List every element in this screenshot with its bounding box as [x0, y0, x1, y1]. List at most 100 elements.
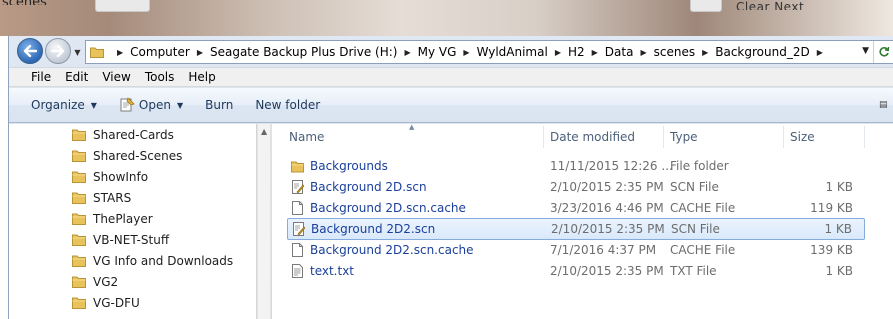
navigation-pane-scrollbar[interactable]: ▲ [257, 124, 271, 319]
file-date: 2/10/2015 2:35 PM [550, 180, 664, 194]
address-history-dropdown[interactable]: ▼ [862, 46, 869, 56]
menu-view[interactable]: View [95, 70, 137, 84]
nav-folder-theplayer[interactable]: ThePlayer [72, 208, 153, 229]
forward-arrow-icon [51, 45, 65, 57]
background-window-text: scenes [2, 0, 47, 5]
command-bar: Organize ▼ Open ▼ Burn New folder ▤ [9, 88, 893, 123]
column-header-name[interactable]: Name [289, 124, 324, 150]
column-divider[interactable] [864, 126, 865, 148]
menu-bar: File Edit View Tools Help [9, 67, 893, 87]
open-file-icon [120, 97, 135, 112]
breadcrumb-background-2d[interactable]: Background_2D ▶ [715, 45, 830, 59]
background-tab [690, 0, 722, 12]
address-bar[interactable]: ▶ Computer ▶ Seagate Backup Plus Drive (H… [85, 40, 893, 64]
folder-icon [72, 297, 86, 309]
nav-folder-vg-info[interactable]: VG Info and Downloads [72, 250, 233, 271]
open-label: Open [138, 98, 171, 112]
background-tab [95, 0, 150, 12]
organize-label: Organize [31, 98, 85, 112]
file-list: ▲ Name Date modified Type Size Backgroun… [272, 123, 893, 319]
file-row[interactable]: Background 2D2.scn.cache 7/1/2016 4:37 P… [287, 240, 865, 260]
file-name: text.txt [310, 264, 355, 278]
file-type: SCN File [670, 180, 719, 194]
file-row-selected[interactable]: Background 2D2.scn 2/10/2015 2:35 PM SCN… [287, 218, 865, 240]
column-divider[interactable] [783, 126, 784, 148]
back-button[interactable] [17, 38, 43, 64]
breadcrumb-data[interactable]: Data ▶ [605, 45, 654, 59]
scroll-up-icon[interactable]: ▲ [261, 127, 267, 136]
file-type: CACHE File [670, 201, 736, 215]
column-header-label: Date modified [550, 130, 636, 144]
new-folder-label: New folder [255, 98, 321, 112]
file-type: TXT File [670, 264, 717, 278]
breadcrumb-wyldanimal[interactable]: WyldAnimal ▶ [477, 45, 568, 59]
breadcrumb-drive[interactable]: Seagate Backup Plus Drive (H:) ▶ [210, 45, 418, 59]
file-name: Backgrounds [310, 159, 388, 173]
file-size: 139 KB [810, 243, 853, 257]
new-folder-button[interactable]: New folder [255, 98, 320, 112]
file-date: 3/23/2016 4:46 PM [550, 201, 664, 215]
menu-edit[interactable]: Edit [58, 70, 95, 84]
nav-folder-label: ThePlayer [93, 211, 153, 226]
nav-folder-showinfo[interactable]: ShowInfo [72, 166, 148, 187]
file-date: 11/11/2015 12:26 ... [550, 159, 673, 173]
file-date: 7/1/2016 4:37 PM [550, 243, 657, 257]
generic-file-icon [292, 201, 303, 215]
folder-icon [72, 213, 86, 225]
folder-icon [291, 161, 304, 173]
forward-button[interactable] [45, 38, 71, 64]
column-divider[interactable] [543, 126, 544, 148]
refresh-button[interactable] [873, 41, 893, 63]
file-size: 1 KB [824, 222, 852, 236]
organize-button[interactable]: Organize ▼ [31, 98, 97, 112]
folder-icon [72, 129, 86, 141]
scn-file-icon [293, 222, 305, 236]
breadcrumb-h2[interactable]: H2 ▶ [568, 45, 605, 59]
column-header-label: Name [289, 130, 325, 144]
nav-folder-shared-scenes[interactable]: Shared-Scenes [72, 145, 182, 166]
scn-file-icon [292, 180, 304, 194]
nav-folder-label: STARS [93, 190, 132, 205]
file-row[interactable]: Backgrounds 11/11/2015 12:26 ... File fo… [287, 156, 865, 176]
view-options-icon[interactable]: ▤ [879, 97, 893, 113]
breadcrumb-computer[interactable]: Computer ▶ [130, 45, 210, 59]
nav-folder-label: Shared-Cards [93, 127, 174, 142]
sort-ascending-icon: ▲ [409, 123, 415, 131]
file-name: Background 2D2.scn.cache [310, 243, 474, 257]
nav-folder-label: VG2 [93, 274, 119, 289]
file-date: 2/10/2015 2:35 PM [551, 222, 665, 236]
open-button[interactable]: Open ▼ [119, 97, 183, 113]
nav-folder-vg2[interactable]: VG2 [72, 271, 118, 292]
chevron-down-icon: ▼ [176, 100, 184, 110]
nav-folder-label: VB-NET-Stuff [93, 232, 170, 247]
column-header-type[interactable]: Type [670, 124, 698, 150]
column-header-date[interactable]: Date modified [550, 124, 635, 150]
nav-folder-stars[interactable]: STARS [72, 187, 131, 208]
nav-folder-vb-net-stuff[interactable]: VB-NET-Stuff [72, 229, 169, 250]
folder-icon [72, 192, 86, 204]
file-row[interactable]: text.txt 2/10/2015 2:35 PM TXT File 1 KB [287, 261, 865, 281]
menu-tools[interactable]: Tools [138, 70, 182, 84]
nav-folder-shared-cards[interactable]: Shared-Cards [72, 124, 174, 145]
nav-folder-vg-dfu[interactable]: VG-DFU [72, 292, 140, 313]
nav-folder-label: Shared-Scenes [93, 148, 183, 163]
file-size: 1 KB [825, 180, 853, 194]
generic-file-icon [292, 243, 303, 257]
breadcrumb-scenes[interactable]: scenes ▶ [654, 45, 716, 59]
file-row[interactable]: Background 2D.scn 2/10/2015 2:35 PM SCN … [287, 177, 865, 197]
background-window-label: Clear Next [736, 0, 805, 10]
background-window: scenes Clear Next [0, 0, 893, 36]
file-name: Background 2D.scn [310, 180, 427, 194]
folder-icon [72, 276, 86, 288]
recent-pages-dropdown[interactable]: ▼ [73, 48, 82, 57]
breadcrumb-my-vg[interactable]: My VG ▶ [418, 45, 477, 59]
menu-help[interactable]: Help [181, 70, 222, 84]
file-row[interactable]: Background 2D.scn.cache 3/23/2016 4:46 P… [287, 198, 865, 218]
burn-button[interactable]: Burn [205, 98, 233, 112]
menu-file[interactable]: File [9, 70, 58, 84]
column-divider[interactable] [663, 126, 664, 148]
column-header-size[interactable]: Size [790, 124, 815, 150]
column-header-label: Type [670, 130, 698, 144]
breadcrumb-separator[interactable]: ▶ [110, 48, 130, 57]
file-type: File folder [670, 159, 729, 173]
